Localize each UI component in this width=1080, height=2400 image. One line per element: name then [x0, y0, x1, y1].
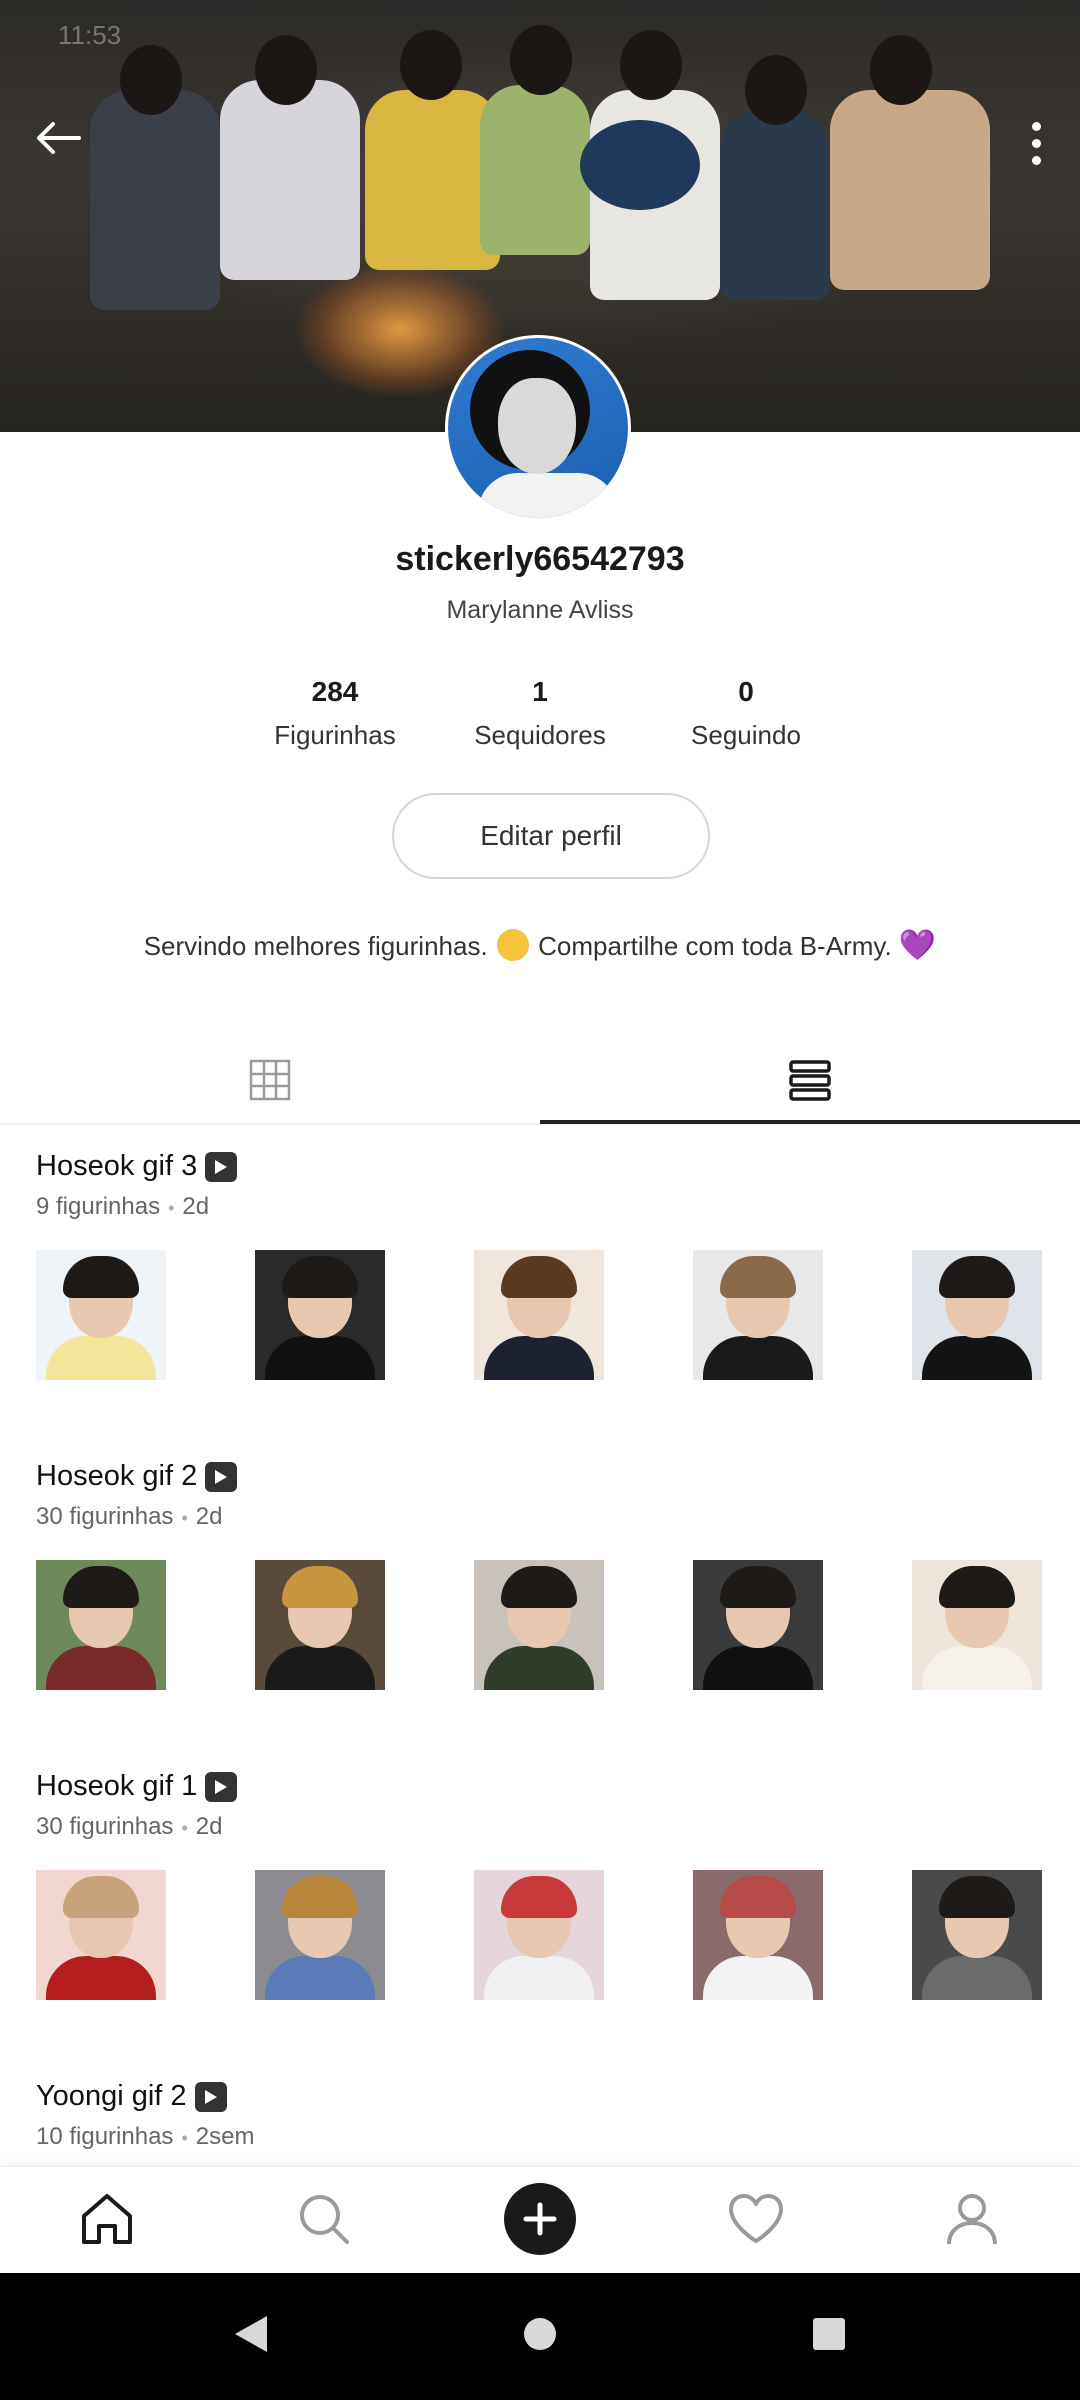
pack-count: 9 figurinhas: [36, 1193, 161, 1220]
search-icon: [296, 2191, 352, 2252]
bio-text: Servindo melhores figurinhas.: [143, 931, 488, 961]
sticker-pack[interactable]: Yoongi gif 2 10 figurinhas • 2sem: [36, 2080, 1046, 2151]
pack-count: 10 figurinhas: [36, 2123, 174, 2150]
sticker-thumbnail[interactable]: [36, 1870, 166, 2000]
stat-label: Sequidores: [474, 720, 606, 750]
pack-age: 2d: [195, 1813, 223, 1840]
circle-home-icon: [523, 2317, 557, 2356]
sticker-thumbnail[interactable]: [912, 1250, 1042, 1380]
pack-title: Yoongi gif 2: [36, 2080, 187, 2112]
add-icon: [504, 2182, 576, 2260]
shushing-face-emoji-icon: [496, 929, 529, 961]
sticker-thumbnail[interactable]: [693, 1560, 823, 1690]
animated-play-icon: [194, 2081, 227, 2112]
pack-age: 2d: [195, 1503, 223, 1530]
list-icon: [788, 1059, 832, 1106]
stat-followers[interactable]: 1 Sequidores: [435, 676, 645, 751]
stat-value: 1: [532, 676, 548, 707]
square-recents-icon: [812, 2317, 846, 2356]
sticker-thumbnail[interactable]: [36, 1560, 166, 1690]
profile-username: stickerly66542793: [395, 540, 685, 578]
nav-profile[interactable]: [936, 2185, 1008, 2257]
system-back-button[interactable]: [226, 2311, 276, 2361]
stat-label: Figurinhas: [274, 720, 396, 750]
profile-display-name: Marylanne Avliss: [446, 596, 634, 624]
pack-title: Hoseok gif 2: [36, 1460, 198, 1492]
nav-search[interactable]: [288, 2185, 360, 2257]
sticker-pack[interactable]: Hoseok gif 3 9 figurinhas • 2d: [36, 1150, 1046, 1380]
heart-icon: [727, 2193, 785, 2250]
pack-count: 30 figurinhas: [36, 1813, 174, 1840]
sticker-pack[interactable]: Hoseok gif 1 30 figurinhas • 2d: [36, 1770, 1046, 2000]
nav-add[interactable]: [504, 2182, 576, 2260]
bio-text: Compartilhe com toda B-Army.: [538, 931, 892, 961]
back-button[interactable]: [28, 110, 88, 170]
stat-value: 284: [311, 676, 359, 707]
animated-play-icon: [205, 1771, 238, 1802]
purple-heart-emoji-icon: 💜: [898, 929, 937, 962]
sticker-thumbnail[interactable]: [912, 1870, 1042, 2000]
sticker-thumbnail[interactable]: [255, 1560, 385, 1690]
arrow-left-icon: [35, 121, 81, 160]
pack-count: 30 figurinhas: [36, 1503, 174, 1530]
stat-following[interactable]: 0 Seguindo: [641, 676, 851, 751]
sticker-thumbnail[interactable]: [693, 1870, 823, 2000]
profile-icon: [944, 2191, 1000, 2252]
nav-likes[interactable]: [720, 2185, 792, 2257]
bottom-navigation: [0, 2165, 1080, 2275]
sticker-thumbnail[interactable]: [693, 1250, 823, 1380]
system-home-button[interactable]: [515, 2311, 565, 2361]
sticker-thumbnail[interactable]: [474, 1560, 604, 1690]
sticker-thumbnail[interactable]: [36, 1250, 166, 1380]
system-navigation-bar: [0, 2273, 1080, 2400]
sticker-pack[interactable]: Hoseok gif 2 30 figurinhas • 2d: [36, 1460, 1046, 1690]
sticker-thumbnail[interactable]: [912, 1560, 1042, 1690]
system-recents-button[interactable]: [804, 2311, 854, 2361]
pack-title: Hoseok gif 1: [36, 1770, 198, 1802]
grid-icon: [249, 1059, 291, 1106]
animated-play-icon: [205, 1461, 238, 1492]
sticker-thumbnail[interactable]: [474, 1870, 604, 2000]
stat-value: 0: [738, 676, 754, 707]
pack-age: 2d: [182, 1193, 210, 1220]
sticker-thumbnail[interactable]: [474, 1250, 604, 1380]
avatar[interactable]: [445, 335, 631, 521]
tab-grid[interactable]: [0, 1040, 540, 1124]
status-time: 11:53: [58, 20, 122, 50]
nav-home[interactable]: [71, 2185, 143, 2257]
profile-bio: Servindo melhores figurinhas. Compartilh…: [0, 928, 1080, 963]
tab-list[interactable]: [540, 1040, 1080, 1124]
pack-age: 2sem: [195, 2123, 255, 2150]
sticker-thumbnail[interactable]: [255, 1870, 385, 2000]
home-icon: [79, 2192, 135, 2251]
more-vert-icon: [1031, 121, 1041, 131]
edit-profile-button[interactable]: Editar perfil: [392, 793, 710, 879]
active-tab-indicator: [540, 1120, 1080, 1124]
animated-play-icon: [205, 1151, 238, 1182]
stat-label: Seguindo: [691, 720, 801, 750]
stat-stickers[interactable]: 284 Figurinhas: [230, 676, 440, 751]
pack-title: Hoseok gif 3: [36, 1150, 198, 1182]
sticker-thumbnail[interactable]: [255, 1250, 385, 1380]
more-options-button[interactable]: [1006, 110, 1066, 176]
triangle-back-icon: [233, 2314, 269, 2359]
